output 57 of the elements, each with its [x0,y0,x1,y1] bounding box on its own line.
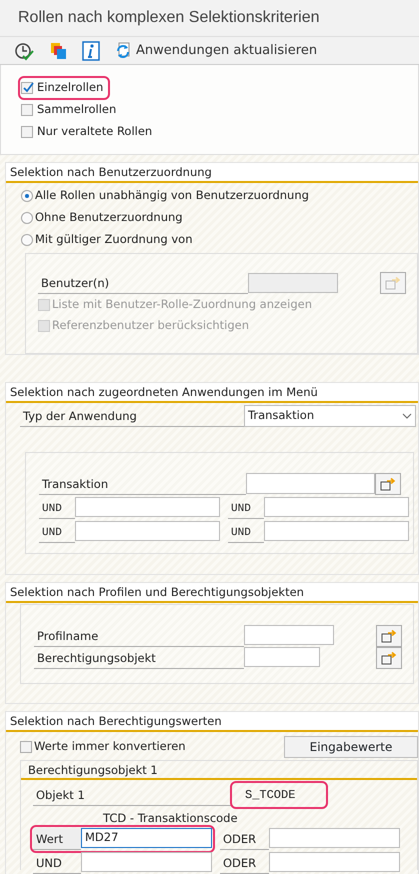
input-field[interactable] [264,521,409,541]
radio-button[interactable] [21,212,33,224]
checkbox-label: Sammelrollen [37,101,116,118]
radio-label: Ohne Benutzerzuordnung [35,209,183,226]
info-icon[interactable] [82,40,100,60]
field-label: Transaktion [39,473,246,495]
checkbox[interactable] [21,104,33,116]
field-label: Typ der Anwendung [20,405,244,427]
multiple-selection-icon [380,477,396,491]
window-title: Rollen nach komplexen Selektionskriterien [0,0,419,37]
field-label: Benutzer(n) [38,272,248,294]
input-field[interactable] [244,625,334,645]
multiple-selection-icon [385,276,401,290]
input-field[interactable]: MD27 [81,828,212,848]
checkbox-label: Werte immer konvertieren [34,738,186,756]
checkbox[interactable] [20,741,32,753]
input-field[interactable] [81,852,212,872]
section-title: Selektion nach Profilen und Berechtigungsobjekten [6,583,418,603]
section-title: Selektion nach Berechtigungswerten [6,712,418,732]
checkbox-label: Liste mit Benutzer-Rolle-Zuordnung anzeigen [52,296,312,313]
multiple-selection-icon [381,629,397,643]
chevron-down-icon [402,413,412,419]
field-title: TCD - Transaktionscode [102,810,239,827]
input-values-button[interactable]: Eingabewerte [284,736,418,758]
checkbox-label: Einzelrollen [37,79,104,96]
multiple-selection-button[interactable] [376,647,402,669]
field-value: S_TCODE [233,784,326,806]
group-title: Berechtigungsobjekt 1 [21,761,417,780]
checkbox-label: Nur veraltete Rollen [37,123,152,140]
checkbox[interactable] [21,82,33,94]
radio-label: Alle Rollen unabhängig von Benutzerzuordnung [35,187,309,204]
radio-button[interactable] [21,234,33,246]
dropdown[interactable]: Transaktion [244,405,416,427]
clock-check-icon[interactable] [14,40,34,60]
input-field[interactable] [269,828,400,848]
input-field[interactable] [264,497,409,517]
field-label: Profilname [34,625,244,647]
input-field[interactable] [75,521,220,541]
input-field[interactable] [246,473,376,494]
multiple-selection-icon [381,651,397,665]
section-title: Selektion nach zugeordneten Anwendungen im Menü [6,383,418,403]
checkbox-label: Referenzbenutzer berücksichtigen [52,316,250,334]
radio-label: Mit gültiger Zuordnung von [35,231,193,248]
checkbox[interactable] [21,126,33,138]
input-field[interactable] [75,497,220,517]
dropdown-value: Transaktion [248,407,314,424]
input-field[interactable] [269,852,400,872]
field-label: Objekt 1 [33,784,233,806]
radio-button[interactable] [21,190,33,202]
section-title: Selektion nach Benutzerzuordnung [6,163,418,183]
multiple-selection-button[interactable] [376,625,402,647]
field-label: Berechtigungsobjekt [34,647,244,669]
multiple-selection-button[interactable] [375,473,401,495]
refresh-icon [114,40,132,60]
input-field[interactable] [244,647,320,667]
copy-icon[interactable] [48,40,68,60]
field-label: Wert [33,828,81,850]
